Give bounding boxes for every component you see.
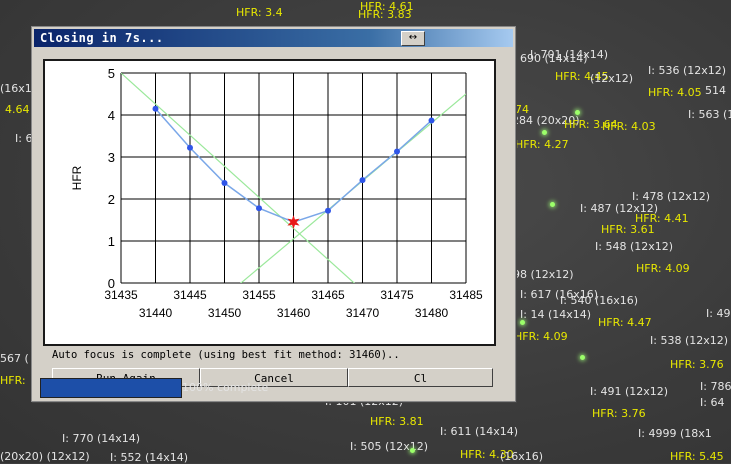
dialog-titlebar[interactable]: Closing in 7s... ↔ (34, 29, 513, 47)
star-label: I: 770 (14x14) (62, 432, 141, 445)
hfr-data-point (221, 180, 228, 187)
hfr-data-point (428, 117, 435, 124)
star-label: (16x1 (0, 82, 32, 95)
star-label: I: 491 (706, 307, 731, 320)
x-tick-label: 31455 (242, 288, 276, 302)
star-label: HFR: 3.4 (236, 6, 283, 19)
hfr-data-point (394, 148, 400, 155)
star-label: I: 4999 (18x1 (638, 427, 712, 440)
star-label: HFR: 4.03 (602, 120, 656, 133)
star-marker (520, 320, 525, 325)
star-marker (550, 202, 555, 207)
star-label: 98 (12x12) (513, 268, 574, 281)
star-label: I: 536 (12x12) (648, 64, 727, 77)
star-label: HFR: 4.09 (636, 262, 690, 275)
chart-svg: 01234531435 31445 31455 31465 31475 314853144… (70, 66, 483, 320)
y-tick-label: 5 (108, 66, 115, 81)
star-label: 4.64 (5, 103, 30, 116)
x-tick-label: 31445 (173, 288, 207, 302)
best-focus-marker (287, 215, 300, 230)
star-label: HFR: 3.61 (601, 223, 655, 236)
x-tick-label: 31460 (277, 306, 311, 320)
star-label: I: 505 (12x12) (350, 440, 429, 453)
star-label: I: 563 (12 (688, 108, 731, 121)
x-tick-label: 31475 (380, 288, 414, 302)
star-label: I: 6 (15, 132, 33, 145)
star-label: I: 538 (12x12) (650, 334, 729, 347)
x-tick-label: 31465 (311, 288, 345, 302)
star-label: I: 786 (700, 380, 731, 393)
star-label: HFR: 4.47 (598, 316, 652, 329)
star-label: I: 491 (12x12) (590, 385, 669, 398)
y-tick-label: 3 (108, 150, 115, 165)
y-tick-label: 1 (108, 234, 115, 249)
x-tick-label: 31485 (449, 288, 483, 302)
hfr-data-point (359, 177, 366, 184)
status-message: Auto focus is complete (using best fit m… (52, 349, 400, 361)
star-label: 514 (705, 84, 726, 97)
y-tick-label: 2 (108, 192, 115, 207)
y-axis-label: HFR (70, 165, 84, 190)
star-label: HFR: 4.27 (515, 138, 569, 151)
autofocus-dialog: Closing in 7s... ↔ 0 1 2 3 4 5 31435 31445 31455… (31, 26, 516, 402)
close-button[interactable]: Cl (348, 368, 493, 387)
star-label: 690 (14x14) (520, 52, 588, 65)
star-label: (20x20) (12x12) (0, 450, 90, 463)
star-marker (410, 448, 415, 453)
progress-text: 100% complete (182, 381, 269, 394)
dialog-title: Closing in 7s... (40, 31, 164, 45)
star-marker (542, 130, 547, 135)
star-label: HFR: 3.76 (670, 358, 724, 371)
hfr-data-point (256, 205, 262, 212)
hfr-data-point (325, 207, 331, 214)
star-label: 567 ( (0, 352, 29, 365)
x-tick-label: 31480 (415, 306, 449, 320)
star-label: I: 611 (14x14) (440, 425, 519, 438)
progress-bar (40, 378, 182, 398)
star-label: I: 540 (16x16) (560, 294, 639, 307)
star-label: HFR: 4.09 (514, 330, 568, 343)
star-label: (16x16) (500, 450, 544, 463)
x-tick-label: 31470 (346, 306, 380, 320)
star-label: I: 64 (700, 396, 725, 409)
star-label: I: 548 (12x12) (595, 240, 674, 253)
star-label: HFR: 3.76 (592, 407, 646, 420)
star-label: HFR: 4.05 (648, 86, 702, 99)
x-tick-label: 31440 (139, 306, 173, 320)
star-label: I: 14 (14x14) (520, 308, 592, 321)
x-tick-label: 31450 (208, 306, 242, 320)
star-label: HFR: 5.45 (670, 450, 724, 463)
star-marker (580, 355, 585, 360)
star-label: HFR: (0, 374, 26, 387)
y-tick-label: 4 (108, 108, 115, 123)
hfr-data-point (187, 144, 193, 151)
hfr-data-point (152, 105, 159, 112)
star-label: (12x12) (590, 72, 634, 85)
hfr-focus-chart: 0 1 2 3 4 5 31435 31445 31455 31465 31475 31485 3144… (43, 59, 496, 346)
star-label: I: 552 (14x14) (110, 451, 189, 464)
star-marker (575, 110, 580, 115)
x-tick-label: 31435 (104, 288, 138, 302)
resize-icon[interactable]: ↔ (401, 31, 425, 46)
star-label: HFR: 3.83 (358, 8, 412, 21)
star-label: HFR: 3.81 (370, 415, 424, 428)
